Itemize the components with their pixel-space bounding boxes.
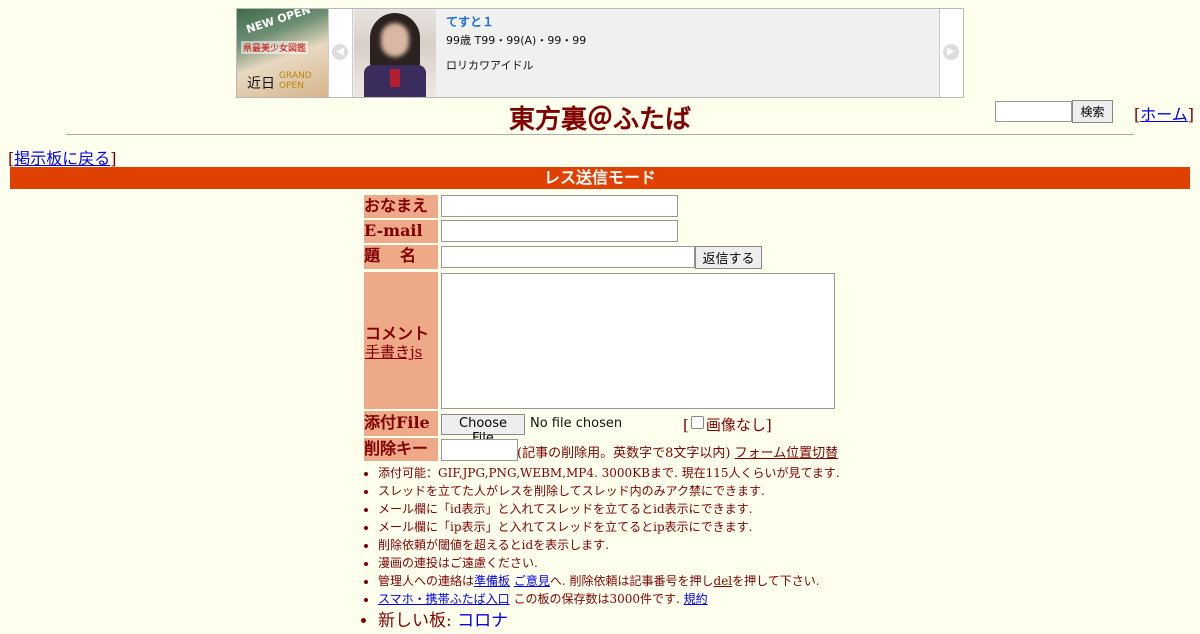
chevron-left-icon: ◀	[332, 44, 348, 60]
ad-stats: 99歳 T99・99(A)・99・99	[446, 34, 587, 47]
note-mobile-mid: この板の保存数は3000件です.	[509, 592, 684, 606]
del-link[interactable]: del	[714, 574, 733, 588]
subject-label: 題名	[364, 245, 438, 269]
note-item: 添付可能：GIF,JPG,PNG,WEBM,MP4. 3000KBまで. 現在1…	[378, 464, 840, 482]
new-board-label: 新しい板:	[378, 611, 458, 631]
email-label: E-mail	[364, 220, 438, 243]
file-status: No file chosen	[530, 416, 623, 431]
choose-file-button[interactable]: Choose File	[441, 414, 525, 446]
search-input[interactable]	[995, 101, 1072, 122]
note-item: メール欄に「id表示」と入れてスレッドを立てるとid表示にできます.	[378, 500, 840, 518]
no-image-bracket: [	[683, 416, 689, 434]
ad-next-button[interactable]: ▶	[939, 9, 963, 97]
ad-photo-tie	[390, 69, 400, 87]
name-label: おなまえ	[364, 195, 438, 218]
no-image-label: 画像なし]	[705, 416, 772, 434]
prep-board-link[interactable]: 準備板	[474, 574, 510, 588]
back-nav: [掲示板に戻る]	[8, 145, 117, 169]
home-link[interactable]: ホーム	[1140, 105, 1188, 124]
delete-key-hint: (記事の削除用。英数字で8文字以内)	[517, 446, 731, 461]
back-to-board-link[interactable]: 掲示板に戻る	[14, 149, 110, 168]
ad-photo[interactable]	[354, 9, 436, 97]
feedback-link[interactable]: ご意見	[514, 574, 550, 588]
name-input[interactable]	[441, 195, 678, 217]
home-nav: [ホーム]	[1134, 101, 1194, 125]
header-divider	[66, 134, 1134, 135]
search-button[interactable]: 検索	[1072, 100, 1113, 123]
ad-soon-text: 近日	[247, 76, 275, 92]
ad-grand-open-text: GRAND OPEN	[279, 71, 312, 91]
home-bracket-close: ]	[1187, 105, 1195, 124]
new-board-link[interactable]: コロナ	[457, 611, 508, 631]
comment-textarea[interactable]	[441, 273, 835, 409]
ad-name-link[interactable]: てすと１	[446, 13, 586, 30]
reply-mode-bar: レス送信モード	[10, 167, 1190, 189]
comment-label: コメント 手書きjs	[364, 272, 438, 409]
no-image-checkbox[interactable]	[690, 416, 704, 429]
ad-shop-text: 県最美少女図鑑	[241, 41, 309, 54]
file-label: 添付File	[364, 411, 438, 436]
ad-text: てすと１ 99歳 T99・99(A)・99・99 ロリカワアイドル	[446, 13, 586, 73]
notes-list: 添付可能：GIF,JPG,PNG,WEBM,MP4. 3000KBまで. 現在1…	[364, 464, 840, 634]
back-bracket-close: ]	[110, 149, 117, 168]
delete-key-input[interactable]	[441, 439, 518, 461]
note-admin-pre: 管理人への連絡は	[378, 574, 475, 588]
no-image-option: [ 画像なし]	[683, 414, 772, 435]
ad-image-grand-open[interactable]: NEW OPEN 県最美少女図鑑 近日 GRAND OPEN	[237, 9, 328, 97]
delete-key-label: 削除キー	[364, 438, 438, 461]
ad-photo-face	[381, 23, 409, 57]
reply-submit-button[interactable]: 返信する	[695, 246, 762, 269]
mobile-entrance-link[interactable]: スマホ・携帯ふたば入口	[378, 592, 510, 606]
note-item: スレッドを立てた人がレスを削除してスレッド内のみアク禁にできます.	[378, 482, 840, 500]
note-item-mobile: スマホ・携帯ふたば入口 この板の保存数は3000件です. 規約	[378, 590, 840, 608]
note-item: メール欄に「ip表示」と入れてスレッドを立てるとip表示にできます.	[378, 518, 840, 536]
email-input[interactable]	[441, 220, 678, 242]
ad-prev-button[interactable]: ◀	[328, 9, 353, 97]
ad-banner[interactable]: NEW OPEN 県最美少女図鑑 近日 GRAND OPEN ◀ てすと１ 99…	[236, 8, 964, 98]
note-item-new-board: 新しい板: コロナ	[378, 608, 840, 634]
chevron-right-icon: ▶	[943, 44, 959, 60]
form-position-toggle-link[interactable]: フォーム位置切替	[735, 446, 839, 461]
delete-key-note: (記事の削除用。英数字で8文字以内) フォーム位置切替	[517, 442, 838, 461]
handwriting-link[interactable]: 手書きjs	[365, 341, 422, 362]
ad-new-open-text: NEW OPEN	[244, 9, 313, 37]
note-admin-mid: へ. 削除依頼は記事番号を押し	[549, 574, 714, 588]
subject-input[interactable]	[441, 246, 695, 268]
note-item-admin: 管理人への連絡は準備板 ご意見へ. 削除依頼は記事番号を押しdelを押して下さい…	[378, 572, 840, 590]
note-admin-post: を押して下さい.	[732, 574, 820, 588]
rules-link[interactable]: 規約	[684, 592, 708, 606]
note-item: 削除依頼が閾値を超えるとidを表示します.	[378, 536, 840, 554]
ad-tagline: ロリカワアイドル	[446, 59, 534, 72]
note-item: 漫画の連投はご遠慮ください.	[378, 554, 840, 572]
